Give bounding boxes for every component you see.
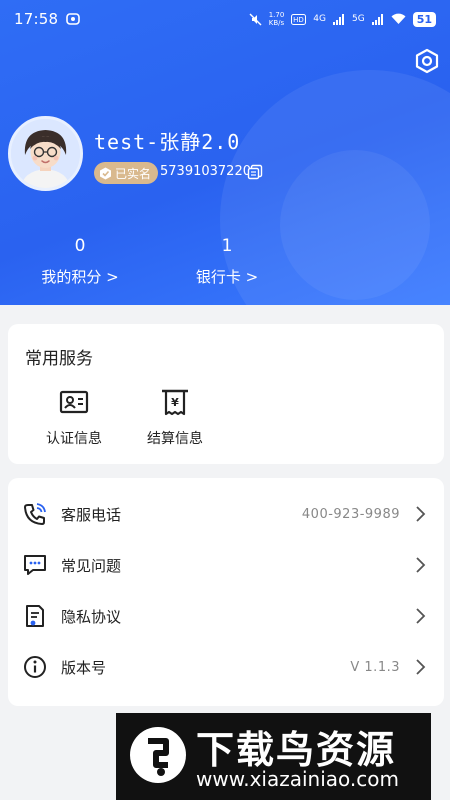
network-speed-value: 1.70 (268, 11, 285, 19)
menu-label: 常见问题 (61, 556, 122, 575)
settings-hexagon-icon (415, 48, 439, 74)
chevron-right-icon (416, 557, 426, 573)
menu-card: 客服电话 400-923-9989 常见问题 隐私协议 版本号 V 1.1.3 (8, 478, 444, 706)
menu-item-privacy[interactable]: 隐私协议 (8, 591, 444, 641)
verified-shield-icon (100, 167, 111, 179)
menu-label: 客服电话 (61, 505, 122, 524)
menu-item-version[interactable]: 版本号 V 1.1.3 (8, 642, 444, 692)
site-watermark: 下载鸟资源 www.xiazainiao.com (116, 713, 431, 800)
avatar[interactable] (8, 116, 83, 191)
customer-service-phone: 400-923-9989 (301, 506, 400, 522)
info-icon (24, 656, 46, 678)
battery-level: 51 (412, 11, 436, 27)
network-speed-unit: KB/s (268, 19, 285, 27)
points-label: 我的积分 > (41, 268, 119, 286)
verified-badge: 已实名 (94, 162, 159, 184)
app-notification-icon (66, 13, 81, 25)
message-icon (24, 555, 46, 575)
id-card-icon (59, 390, 89, 414)
menu-item-faq[interactable]: 常见问题 (8, 540, 444, 590)
points-stat[interactable]: 0 我的积分 > (30, 236, 130, 287)
services-title: 常用服务 (25, 349, 93, 369)
network-speed: 1.70 KB/s (269, 11, 285, 27)
services-card: 常用服务 认证信息 ¥ 结算信息 (8, 324, 444, 464)
avatar-illustration-icon (11, 119, 80, 188)
settlement-icon: ¥ (162, 389, 188, 416)
profile-header: 17:58 1.70 KB/s HD 4G 5G 51 test-张静2.0 已… (0, 0, 450, 305)
svg-text:¥: ¥ (171, 396, 179, 409)
service-label: 结算信息 (147, 431, 203, 447)
mute-icon (249, 13, 262, 25)
version-value: V 1.1.3 (350, 659, 400, 675)
chevron-right-icon (416, 608, 426, 624)
svg-text:HD: HD (293, 16, 304, 24)
username: test-张静2.0 (94, 130, 241, 154)
bank-card-stat[interactable]: 1 银行卡 > (182, 236, 272, 287)
service-settlement-info[interactable]: ¥ 结算信息 (130, 386, 220, 448)
watermark-url: www.xiazainiao.com (196, 767, 399, 791)
header-decoration (280, 150, 430, 300)
chevron-right-icon (416, 659, 426, 675)
verified-label: 已实名 (115, 166, 152, 181)
signal-icon (371, 13, 383, 25)
menu-item-customer-service[interactable]: 客服电话 400-923-9989 (8, 489, 444, 539)
copy-icon[interactable] (247, 164, 263, 180)
user-id: 57391037220 (160, 164, 251, 179)
watermark-title: 下载鸟资源 (196, 728, 397, 772)
service-auth-info[interactable]: 认证信息 (29, 386, 119, 448)
network-type-1: 4G (313, 14, 326, 24)
menu-label: 版本号 (61, 658, 107, 677)
status-time: 17:58 (14, 10, 59, 28)
document-icon (26, 605, 44, 627)
bank-card-value: 1 (221, 236, 233, 256)
menu-label: 隐私协议 (61, 607, 122, 626)
watermark-logo-icon (130, 727, 186, 783)
network-type-2: 5G (351, 14, 365, 24)
phone-icon (24, 503, 46, 525)
status-bar: 17:58 1.70 KB/s HD 4G 5G 51 (0, 0, 450, 38)
settings-button[interactable] (412, 46, 442, 76)
hd-icon: HD (291, 13, 307, 25)
service-label: 认证信息 (46, 431, 102, 447)
chevron-right-icon (416, 506, 426, 522)
bank-card-label: 银行卡 > (195, 268, 259, 286)
signal-icon (332, 13, 344, 25)
wifi-icon (391, 13, 406, 24)
points-value: 0 (74, 236, 86, 256)
